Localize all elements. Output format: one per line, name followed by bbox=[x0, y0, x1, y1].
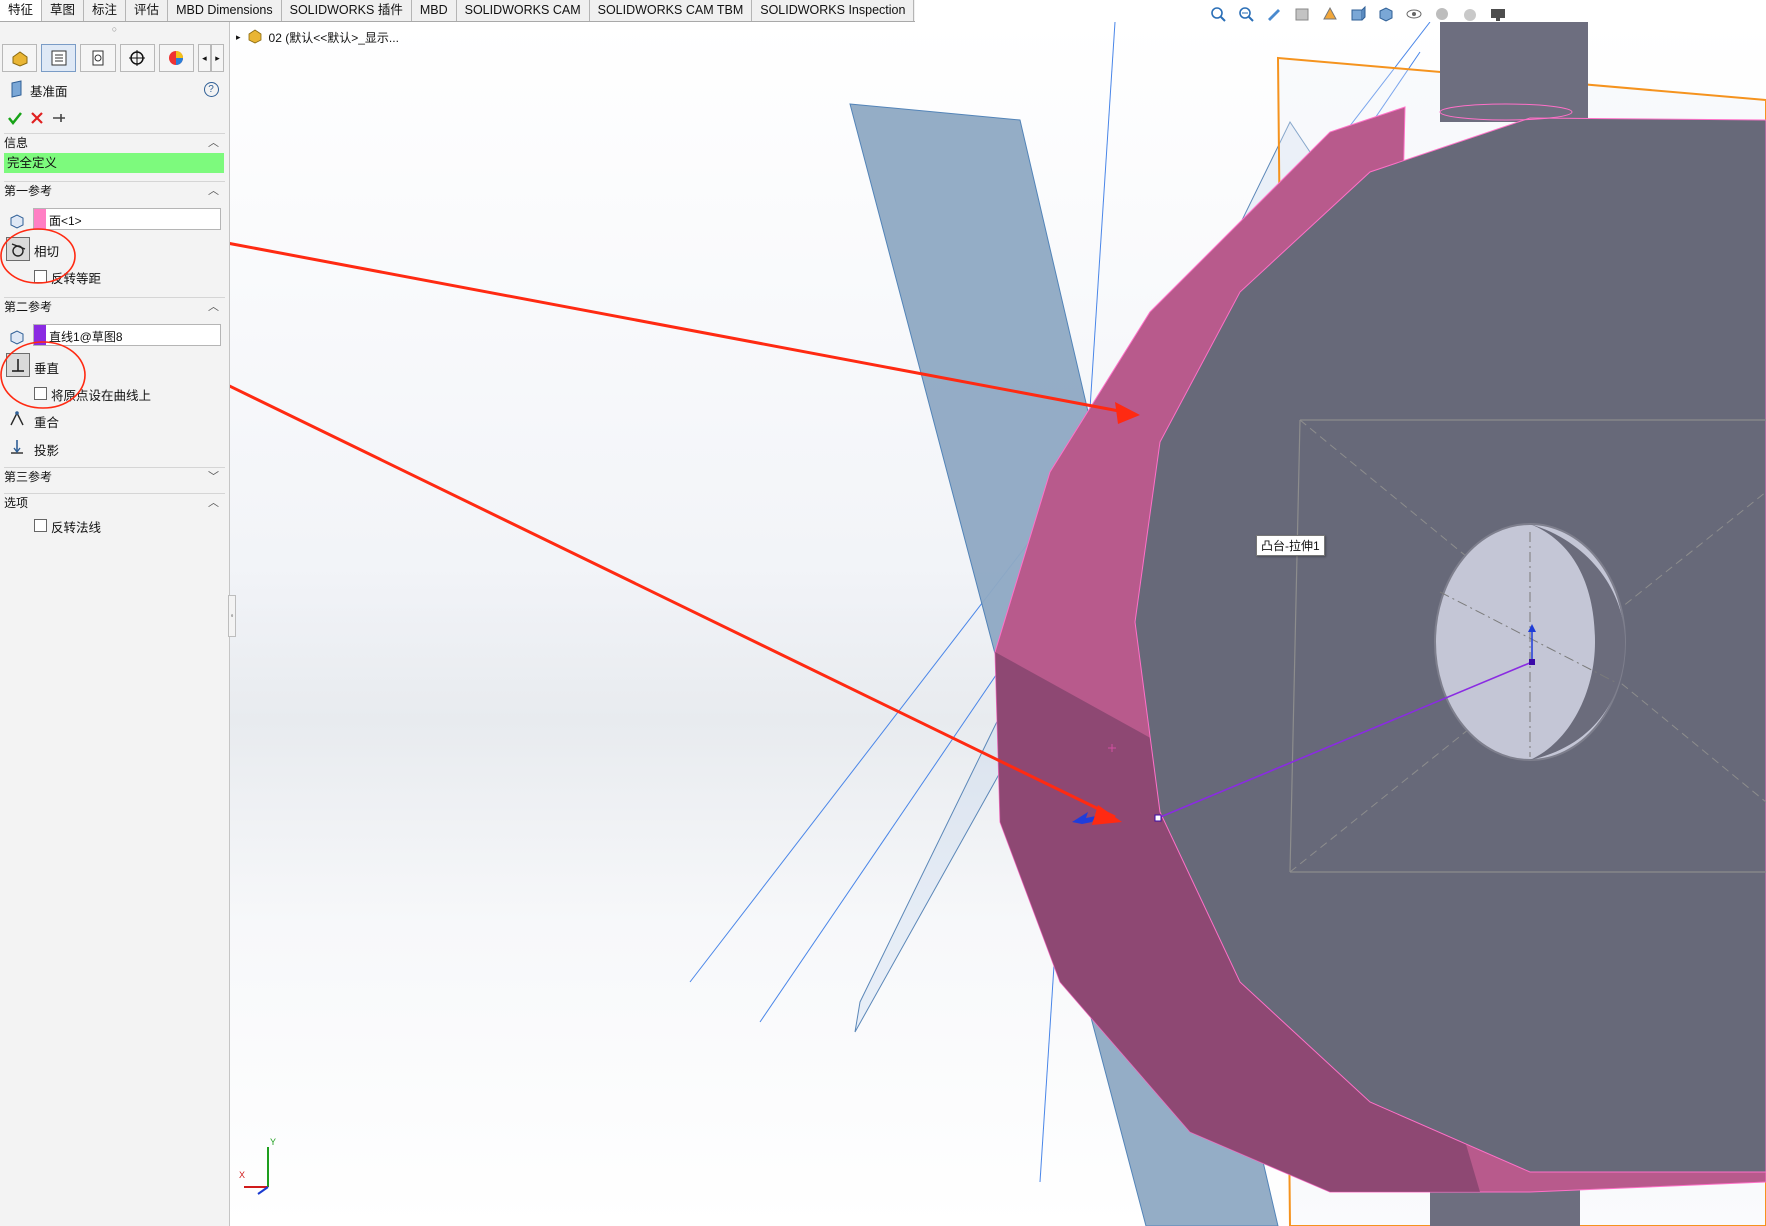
svg-text:Y: Y bbox=[270, 1137, 276, 1147]
status-message: 完全定义 bbox=[4, 153, 224, 173]
cancel-x-icon[interactable] bbox=[26, 107, 48, 129]
first-reference-value: 面<1> bbox=[49, 214, 82, 228]
graphics-viewport[interactable]: Y 凸台-拉伸1 X bbox=[230, 22, 1766, 1226]
tab-solidworks-cam-tbm[interactable]: SOLIDWORKS CAM TBM bbox=[590, 0, 753, 21]
manager-tabs: ◂ ▸ bbox=[2, 44, 224, 72]
collapse-chevron-icon[interactable]: ︿ bbox=[208, 182, 219, 200]
display-style-icon[interactable] bbox=[1376, 4, 1396, 24]
section-options-header[interactable]: 选项 ︿ bbox=[4, 493, 225, 512]
command-manager-tabs: 特征 草图 标注 评估 MBD Dimensions SOLIDWORKS 插件… bbox=[0, 0, 915, 22]
tab-features[interactable]: 特征 bbox=[0, 0, 43, 21]
view-orientation-icon[interactable] bbox=[1348, 4, 1368, 24]
appearance-icon[interactable] bbox=[1432, 4, 1452, 24]
first-reference-selection-box[interactable]: 面<1> bbox=[33, 208, 221, 230]
collapse-chevron-icon[interactable]: ︿ bbox=[208, 494, 219, 512]
project-constraint-icon[interactable] bbox=[6, 436, 28, 458]
tab-solidworks-inspection[interactable]: SOLIDWORKS Inspection bbox=[752, 0, 915, 21]
collapse-chevron-icon[interactable]: ︿ bbox=[208, 298, 219, 316]
previous-view-icon[interactable] bbox=[1264, 4, 1284, 24]
section-view-icon[interactable] bbox=[1292, 4, 1312, 24]
dynamic-annotation-icon[interactable] bbox=[1320, 4, 1340, 24]
view-settings-icon[interactable] bbox=[1488, 4, 1508, 24]
panel-drag-handle[interactable]: ○ bbox=[0, 22, 229, 36]
dimxpert-manager-tab[interactable] bbox=[119, 44, 155, 72]
ok-checkmark-icon[interactable] bbox=[4, 107, 26, 129]
help-icon[interactable]: ? bbox=[200, 78, 222, 100]
third-reference-heading: 第三参考 bbox=[4, 470, 53, 484]
section-info-label: 信息 bbox=[4, 136, 29, 150]
tabs-scroll-right-icon[interactable]: ▸ bbox=[210, 44, 224, 72]
configuration-manager-tab[interactable] bbox=[80, 44, 116, 72]
feature-tooltip: 凸台-拉伸1 bbox=[1256, 535, 1325, 556]
line-endpoint-start bbox=[1154, 814, 1162, 822]
part-icon bbox=[247, 28, 263, 47]
annotation-circle-1 bbox=[0, 228, 76, 284]
plane-feature-icon bbox=[6, 78, 28, 100]
tabs-scroll-left-icon[interactable]: ◂ bbox=[197, 44, 211, 72]
hide-show-items-icon[interactable] bbox=[1404, 4, 1424, 24]
options-heading: 选项 bbox=[4, 496, 29, 510]
second-reference-heading: 第二参考 bbox=[4, 300, 53, 314]
tab-annotation[interactable]: 标注 bbox=[84, 0, 127, 21]
zoom-to-area-icon[interactable] bbox=[1236, 4, 1256, 24]
collapse-chevron-icon[interactable]: ︿ bbox=[208, 134, 219, 152]
section-second-reference-header[interactable]: 第二参考 ︿ bbox=[4, 297, 225, 316]
tab-evaluate[interactable]: 评估 bbox=[126, 0, 169, 21]
flip-normal-checkbox[interactable] bbox=[34, 519, 47, 532]
property-manager-title: 基准面 bbox=[30, 85, 68, 99]
zoom-to-fit-icon[interactable] bbox=[1208, 4, 1228, 24]
property-manager-panel bbox=[0, 22, 230, 1226]
section-info-header[interactable]: 信息 ︿ bbox=[4, 133, 225, 152]
part-name: 02 (默认<<默认>_显示... bbox=[268, 31, 399, 45]
heads-up-view-toolbar bbox=[1208, 4, 1508, 28]
coincident-constraint-label: 重合 bbox=[34, 416, 60, 430]
feature-manager-tab[interactable] bbox=[2, 44, 38, 72]
first-reference-color-swatch bbox=[34, 209, 46, 229]
section-third-reference-header[interactable]: 第三参考 ﹀ bbox=[4, 467, 225, 486]
line-endpoint-end bbox=[1529, 659, 1535, 665]
model-scene: Y bbox=[230, 22, 1766, 1226]
view-triad-icon: Y bbox=[244, 1137, 276, 1195]
first-reference-heading: 第一参考 bbox=[4, 184, 53, 198]
tab-solidworks-addins[interactable]: SOLIDWORKS 插件 bbox=[282, 0, 412, 21]
tab-mbd-dimensions[interactable]: MBD Dimensions bbox=[168, 0, 282, 21]
pin-icon[interactable] bbox=[48, 107, 70, 129]
property-manager-tab[interactable] bbox=[41, 44, 77, 72]
panel-splitter-handle[interactable]: ◦ bbox=[228, 595, 236, 637]
display-manager-tab[interactable] bbox=[158, 44, 194, 72]
tab-sketch[interactable]: 草图 bbox=[42, 0, 85, 21]
tab-solidworks-cam[interactable]: SOLIDWORKS CAM bbox=[457, 0, 590, 21]
section-first-reference-header[interactable]: 第一参考 ︿ bbox=[4, 181, 225, 200]
expand-chevron-icon[interactable]: ﹀ bbox=[208, 468, 219, 486]
scene-icon[interactable] bbox=[1460, 4, 1480, 24]
annotation-circle-2 bbox=[0, 341, 86, 409]
feature-tree-flyout[interactable]: ▸ 02 (默认<<默认>_显示... bbox=[236, 28, 399, 47]
triad-x-label: X bbox=[239, 1170, 246, 1180]
tab-mbd[interactable]: MBD bbox=[412, 0, 457, 21]
shaft-top bbox=[1440, 22, 1588, 122]
expand-arrow-icon[interactable]: ▸ bbox=[236, 32, 241, 43]
flip-normal-label: 反转法线 bbox=[51, 521, 102, 535]
project-constraint-label: 投影 bbox=[34, 444, 60, 458]
